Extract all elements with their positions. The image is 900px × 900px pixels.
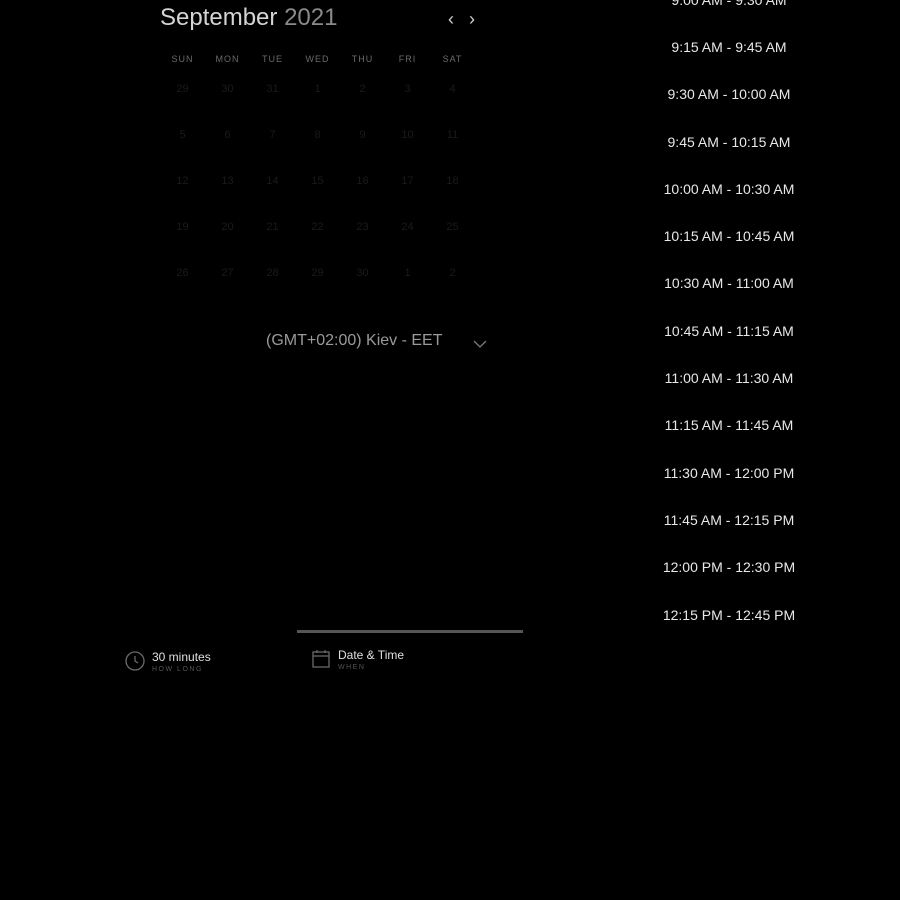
chevron-down-icon[interactable] — [470, 334, 490, 354]
calendar-day[interactable]: 27 — [205, 264, 250, 310]
calendar-day[interactable]: 30 — [340, 264, 385, 310]
step-duration[interactable]: 30 minutes HOW LONG — [124, 650, 211, 673]
calendar-day[interactable]: 2 — [430, 264, 475, 310]
time-slot[interactable]: 12:00 PM - 12:30 PM — [620, 544, 838, 591]
calendar-day[interactable]: 12 — [160, 172, 205, 218]
calendar-day[interactable]: 23 — [340, 218, 385, 264]
month-name: September — [160, 4, 278, 31]
time-slot[interactable]: 11:15 AM - 11:45 AM — [620, 402, 838, 449]
previous-month-button[interactable]: ‹ — [442, 8, 460, 30]
time-slot[interactable]: 9:45 AM - 10:15 AM — [620, 118, 838, 165]
weekday-header: SUN MON TUE WED THU FRI SAT — [160, 54, 475, 64]
calendar-day[interactable]: 13 — [205, 172, 250, 218]
calendar-day[interactable]: 24 — [385, 218, 430, 264]
calendar-day[interactable]: 20 — [205, 218, 250, 264]
calendar-day[interactable]: 5 — [160, 126, 205, 172]
calendar-day[interactable]: 15 — [295, 172, 340, 218]
time-slot[interactable]: 10:00 AM - 10:30 AM — [620, 165, 838, 212]
time-slot[interactable]: 11:45 AM - 12:15 PM — [620, 496, 838, 543]
weekday-label: FRI — [398, 54, 417, 64]
calendar-grid: 29 30 31 1 2 3 4 5 6 7 8 9 10 11 12 13 14 15 16 17 18 19 20 21 2… — [160, 80, 475, 310]
calendar-day[interactable]: 30 — [205, 80, 250, 126]
calendar-day[interactable]: 16 — [340, 172, 385, 218]
calendar-day[interactable]: 1 — [295, 80, 340, 126]
clock-icon — [125, 651, 145, 671]
weekday-label: WED — [305, 54, 330, 64]
time-slot[interactable]: 11:00 AM - 11:30 AM — [620, 354, 838, 401]
calendar-day[interactable]: 17 — [385, 172, 430, 218]
weekday-label: MON — [215, 54, 240, 64]
calendar-day[interactable]: 21 — [250, 218, 295, 264]
month-title: September 2021 — [160, 4, 337, 32]
calendar-day[interactable]: 9 — [340, 126, 385, 172]
calendar-day[interactable]: 25 — [430, 218, 475, 264]
calendar-day[interactable]: 19 — [160, 218, 205, 264]
time-slot-list: 9:00 AM - 9:30 AM9:15 AM - 9:45 AM9:30 A… — [620, 0, 838, 638]
calendar-day[interactable]: 14 — [250, 172, 295, 218]
weekday-label: SAT — [442, 54, 463, 64]
weekday-label: THU — [351, 54, 374, 64]
time-slot[interactable]: 11:30 AM - 12:00 PM — [620, 449, 838, 496]
calendar-day[interactable]: 28 — [250, 264, 295, 310]
calendar-day[interactable]: 26 — [160, 264, 205, 310]
step-subtitle: HOW LONG — [152, 666, 203, 673]
booking-steps: 30 minutes HOW LONG Date & Time WHEN — [0, 630, 900, 690]
chevron-right-icon: › — [469, 8, 475, 29]
calendar-day[interactable]: 11 — [430, 126, 475, 172]
calendar-day[interactable]: 8 — [295, 126, 340, 172]
chevron-left-icon: ‹ — [448, 8, 454, 29]
time-slot[interactable]: 9:15 AM - 9:45 AM — [620, 23, 838, 70]
calendar-day[interactable]: 7 — [250, 126, 295, 172]
weekday-label: TUE — [262, 54, 283, 64]
calendar-day[interactable]: 1 — [385, 264, 430, 310]
calendar-day[interactable]: 6 — [205, 126, 250, 172]
month-year: 2021 — [284, 4, 338, 31]
calendar-day[interactable]: 3 — [385, 80, 430, 126]
next-month-button[interactable]: › — [463, 8, 481, 30]
step-title: Date & Time — [338, 648, 405, 662]
timezone-select[interactable]: (GMT+02:00) Kiev - EET — [266, 332, 443, 350]
calendar-day[interactable]: 31 — [250, 80, 295, 126]
step-subtitle: WHEN — [338, 664, 366, 671]
calendar-icon — [312, 650, 330, 668]
calendar-day[interactable]: 18 — [430, 172, 475, 218]
step-date-time[interactable]: Date & Time WHEN — [310, 648, 404, 671]
time-slot[interactable]: 10:15 AM - 10:45 AM — [620, 212, 838, 259]
weekday-label: SUN — [171, 54, 194, 64]
calendar-day[interactable]: 29 — [160, 80, 205, 126]
calendar-day[interactable]: 4 — [430, 80, 475, 126]
time-slot[interactable]: 10:45 AM - 11:15 AM — [620, 307, 838, 354]
calendar-day[interactable]: 10 — [385, 126, 430, 172]
calendar-day[interactable]: 2 — [340, 80, 385, 126]
calendar-day[interactable]: 22 — [295, 218, 340, 264]
time-slot[interactable]: 9:30 AM - 10:00 AM — [620, 71, 838, 118]
step-title: 30 minutes — [152, 650, 211, 664]
step-progress-bar — [297, 630, 523, 633]
time-slot[interactable]: 9:00 AM - 9:30 AM — [620, 0, 838, 23]
calendar-day[interactable]: 29 — [295, 264, 340, 310]
time-slot[interactable]: 10:30 AM - 11:00 AM — [620, 260, 838, 307]
